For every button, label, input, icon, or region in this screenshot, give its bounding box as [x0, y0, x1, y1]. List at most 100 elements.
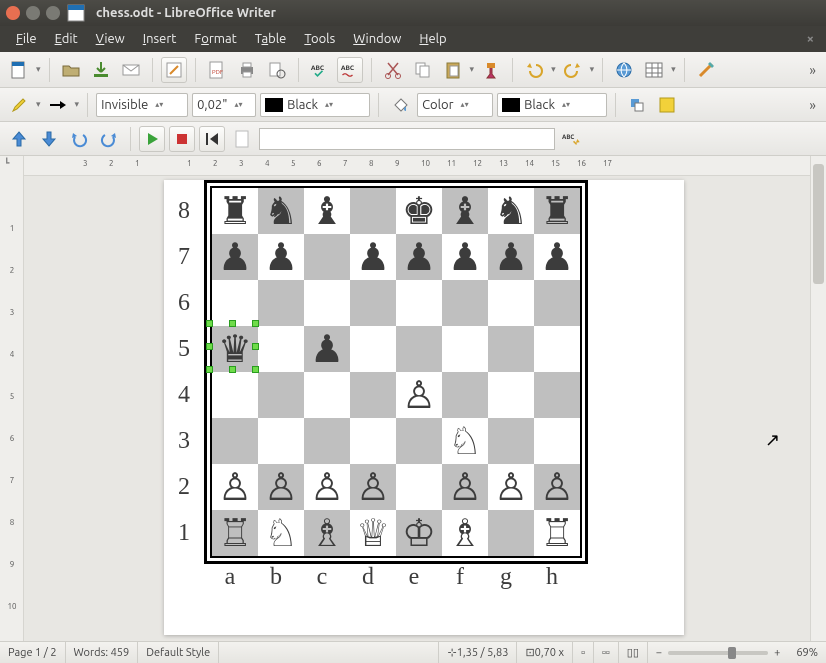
status-size[interactable]: ⊡ 0,70 x — [517, 642, 573, 663]
spinner-icon[interactable]: ▴▾ — [152, 102, 166, 108]
spinner-icon[interactable]: ▴▾ — [559, 102, 573, 108]
arrow-down-button[interactable] — [36, 126, 62, 152]
toolbar-overflow-button[interactable]: » — [805, 97, 820, 113]
file-label: f — [437, 564, 483, 591]
email-button[interactable] — [118, 57, 144, 83]
fill-mode-dropdown[interactable]: Color ▴▾ — [417, 93, 493, 117]
square-f6 — [442, 280, 488, 326]
highlight-button[interactable] — [6, 92, 32, 118]
macro-rewind-button[interactable] — [199, 126, 225, 152]
redo-nav-button[interactable] — [96, 126, 122, 152]
doc-close-button[interactable]: × — [803, 32, 818, 46]
line-width-field[interactable]: 0,02" ▴▾ — [192, 93, 256, 117]
vertical-scrollbar[interactable] — [810, 156, 826, 641]
status-view-book[interactable]: ▯▯ — [619, 642, 648, 663]
edit-mode-button[interactable] — [161, 57, 187, 83]
vertical-ruler[interactable]: ┗ 12345678910 — [0, 156, 24, 641]
dropdown-caret-icon[interactable]: ▾ — [590, 64, 595, 75]
redo-button[interactable] — [560, 57, 586, 83]
status-lang[interactable] — [219, 642, 439, 663]
menu-insert[interactable]: Insert — [135, 30, 185, 48]
spinner-icon[interactable]: ▴▾ — [322, 102, 336, 108]
menubar: File Edit View Insert Format Table Tools… — [0, 26, 826, 52]
macro-stop-button[interactable] — [169, 126, 195, 152]
find-input[interactable] — [259, 128, 555, 150]
square-h1: ♖ — [534, 510, 580, 556]
hyperlink-button[interactable] — [611, 57, 637, 83]
square-e5 — [396, 326, 442, 372]
zoom-slider[interactable] — [668, 651, 768, 655]
zoom-in-icon[interactable]: + — [774, 647, 780, 659]
window-maximize-button[interactable] — [46, 6, 60, 20]
menu-help[interactable]: Help — [411, 30, 454, 48]
menu-format[interactable]: Format — [186, 30, 244, 48]
chessboard-object[interactable]: 87654321 ♜♞♝♚♝♞♜♟♟♟♟♟♟♟♛♟♙♘♙♙♙♙♙♙♙♖♘♗♕♔♗… — [204, 180, 588, 591]
document-area[interactable]: 3211234567891011121314151617 87654321 ♜♞… — [24, 156, 810, 641]
zoom-control[interactable]: − + — [648, 642, 788, 663]
menu-view[interactable]: View — [88, 30, 133, 48]
menu-file[interactable]: File — [8, 30, 45, 48]
dropdown-caret-icon[interactable]: ▾ — [36, 64, 41, 75]
spellcheck-button[interactable]: ABC — [307, 57, 333, 83]
zoom-value[interactable]: 69% — [788, 642, 826, 663]
copy-button[interactable] — [410, 57, 436, 83]
file-label: g — [483, 564, 529, 591]
fill-color-dropdown[interactable]: Black ▴▾ — [497, 93, 607, 117]
blank-page-button[interactable] — [229, 126, 255, 152]
export-pdf-button[interactable]: PDF — [204, 57, 230, 83]
macro-play-button[interactable] — [139, 126, 165, 152]
arrow-style-button[interactable] — [45, 92, 71, 118]
anchor-button[interactable] — [624, 92, 650, 118]
dropdown-caret-icon[interactable]: ▾ — [470, 64, 475, 75]
paste-button[interactable] — [440, 57, 466, 83]
spinner-icon[interactable]: ▴▾ — [231, 102, 245, 108]
print-preview-button[interactable] — [264, 57, 290, 83]
line-style-dropdown[interactable]: Invisible ▴▾ — [96, 93, 188, 117]
bring-front-button[interactable] — [654, 92, 680, 118]
fill-mode-value: Color — [422, 98, 454, 112]
new-doc-button[interactable] — [6, 57, 32, 83]
dropdown-caret-icon[interactable]: ▾ — [671, 64, 676, 75]
menu-window[interactable]: Window — [345, 30, 409, 48]
separator — [195, 58, 196, 82]
square-d6 — [350, 280, 396, 326]
dropdown-caret-icon[interactable]: ▾ — [75, 99, 80, 110]
document-page: 87654321 ♜♞♝♚♝♞♜♟♟♟♟♟♟♟♛♟♙♘♙♙♙♙♙♙♙♖♘♗♕♔♗… — [164, 180, 684, 635]
undo-nav-button[interactable] — [66, 126, 92, 152]
find-replace-button[interactable]: ABC — [559, 126, 585, 152]
line-color-dropdown[interactable]: Black ▴▾ — [260, 93, 370, 117]
menu-table[interactable]: Table — [247, 30, 295, 48]
print-button[interactable] — [234, 57, 260, 83]
zoom-out-icon[interactable]: − — [656, 647, 662, 659]
status-view-multi[interactable]: ▫▫ — [594, 642, 619, 663]
insert-table-button[interactable] — [641, 57, 667, 83]
toolbar-overflow-button[interactable]: » — [805, 62, 820, 78]
cut-button[interactable] — [380, 57, 406, 83]
zoom-handle[interactable] — [728, 647, 736, 659]
save-button[interactable] — [88, 57, 114, 83]
menu-tools[interactable]: Tools — [296, 30, 343, 48]
status-words[interactable]: Words: 459 — [66, 642, 139, 663]
scrollbar-thumb[interactable] — [813, 164, 824, 284]
arrow-up-button[interactable] — [6, 126, 32, 152]
undo-button[interactable] — [521, 57, 547, 83]
window-minimize-button[interactable] — [26, 6, 40, 20]
spinner-icon[interactable]: ▴▾ — [458, 102, 472, 108]
status-coords[interactable]: ⊹ 1,35 / 5,83 — [439, 642, 517, 663]
square-g6 — [488, 280, 534, 326]
show-draw-button[interactable] — [693, 57, 719, 83]
clone-format-button[interactable] — [478, 57, 504, 83]
horizontal-ruler[interactable]: 3211234567891011121314151617 — [24, 156, 810, 176]
file-label: a — [207, 564, 253, 591]
menu-edit[interactable]: Edit — [47, 30, 86, 48]
dropdown-caret-icon[interactable]: ▾ — [36, 99, 41, 110]
auto-spellcheck-button[interactable]: ABC — [337, 57, 363, 83]
status-style[interactable]: Default Style — [138, 642, 219, 663]
dropdown-caret-icon[interactable]: ▾ — [551, 64, 556, 75]
status-page[interactable]: Page 1 / 2 — [0, 642, 66, 663]
status-view-single[interactable]: ▫ — [573, 642, 594, 663]
fill-bucket-button[interactable] — [387, 92, 413, 118]
separator — [49, 58, 50, 82]
open-button[interactable] — [58, 57, 84, 83]
window-close-button[interactable] — [6, 6, 20, 20]
